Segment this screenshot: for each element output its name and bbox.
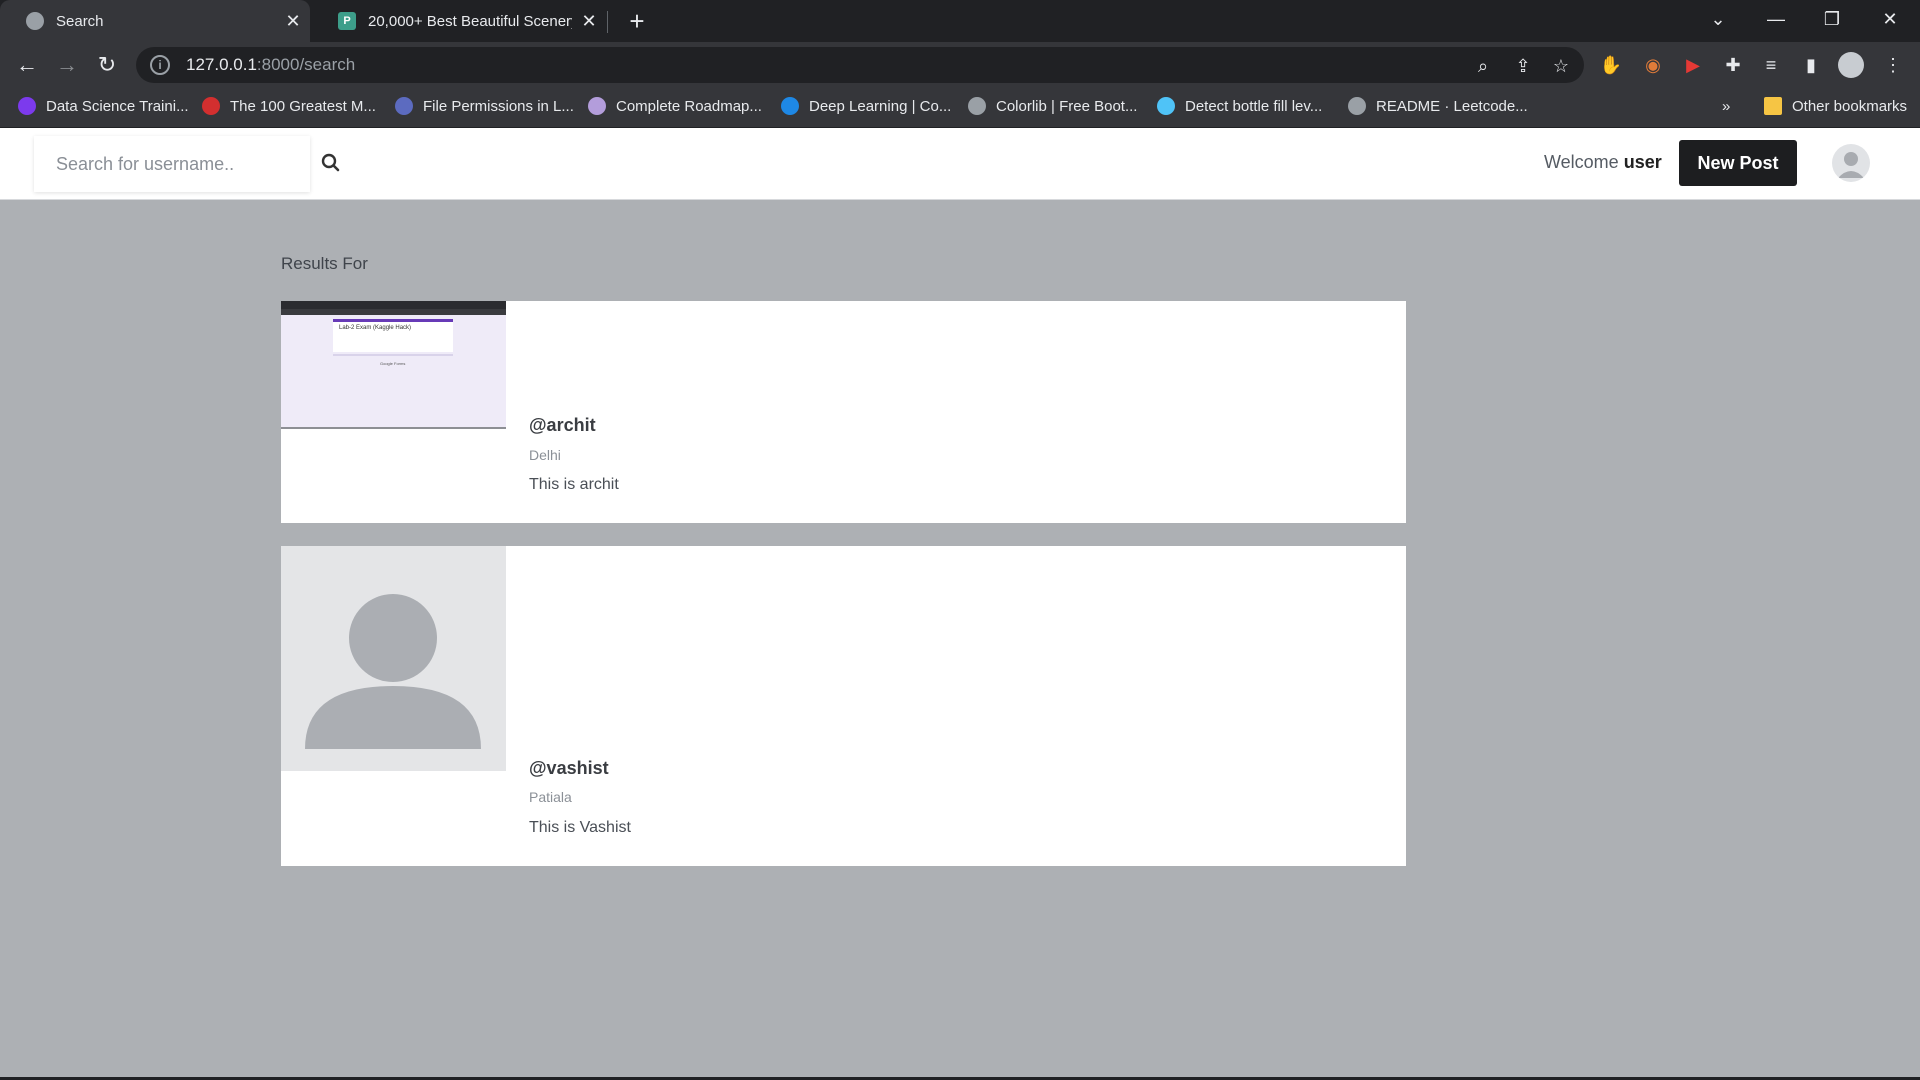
bookmark-favicon-icon bbox=[781, 97, 799, 115]
close-icon[interactable]: ✕ bbox=[572, 11, 606, 32]
bookmark-favicon-icon bbox=[395, 97, 413, 115]
site-info-icon[interactable]: i bbox=[150, 55, 170, 75]
welcome-text: Welcome user bbox=[1544, 152, 1662, 172]
bookmark-favicon-icon bbox=[202, 97, 220, 115]
forward-icon[interactable]: → bbox=[50, 48, 84, 82]
app-header: Welcome user New Post bbox=[0, 128, 1920, 200]
tab-separator bbox=[607, 11, 608, 33]
thumbnail-footer: Google Forms bbox=[380, 361, 406, 366]
bookmark-favicon-icon bbox=[18, 97, 36, 115]
bookmark-favicon-icon bbox=[588, 97, 606, 115]
bookmark-item[interactable]: Detect bottle fill lev... bbox=[1157, 88, 1322, 124]
bookmark-item[interactable]: README · Leetcode... bbox=[1348, 88, 1528, 124]
bookmark-favicon-icon bbox=[1157, 97, 1175, 115]
other-bookmarks-folder[interactable]: Other bookmarks bbox=[1764, 88, 1907, 124]
result-card[interactable]: @vashist Patiala This is Vashist bbox=[281, 546, 1406, 866]
new-post-button[interactable]: New Post bbox=[1679, 140, 1797, 186]
reading-list-icon[interactable]: ≡ bbox=[1758, 52, 1784, 78]
extension-icon[interactable]: ◉ bbox=[1640, 52, 1666, 78]
result-username[interactable]: @archit bbox=[529, 415, 596, 436]
pixabay-icon: P bbox=[338, 12, 356, 30]
bookmark-favicon-icon bbox=[1348, 97, 1366, 115]
new-tab-button[interactable]: + bbox=[620, 4, 654, 38]
extensions-puzzle-icon[interactable]: ✚ bbox=[1720, 52, 1746, 78]
user-avatar-icon[interactable] bbox=[1832, 144, 1870, 182]
result-bio: This is archit bbox=[529, 476, 619, 493]
search-icon[interactable] bbox=[318, 150, 344, 176]
address-bar[interactable]: i 127.0.0.1:8000/search ⌕ ⇪ ☆ bbox=[136, 47, 1584, 83]
globe-icon bbox=[26, 12, 44, 30]
reload-icon[interactable]: ↻ bbox=[90, 48, 124, 82]
bookmarks-overflow-button[interactable]: » bbox=[1722, 88, 1730, 124]
folder-icon bbox=[1764, 97, 1782, 115]
result-bio: This is Vashist bbox=[529, 819, 631, 836]
tab-search[interactable]: Search ✕ bbox=[0, 0, 310, 42]
window-close-icon[interactable]: ✕ bbox=[1862, 0, 1918, 42]
tab-strip: Search ✕ P 20,000+ Best Beautiful Scener… bbox=[0, 0, 1920, 42]
bookmarks-bar: Data Science Traini... The 100 Greatest … bbox=[0, 88, 1920, 128]
bookmark-item[interactable]: Deep Learning | Co... bbox=[781, 88, 951, 124]
youtube-extension-icon[interactable]: ▶ bbox=[1680, 52, 1706, 78]
thumbnail-form-title: Lab-2 Exam (Kaggle Hack) bbox=[339, 325, 412, 331]
bookmark-item[interactable]: Colorlib | Free Boot... bbox=[968, 88, 1137, 124]
share-icon[interactable]: ⇪ bbox=[1512, 55, 1534, 77]
welcome-username: user bbox=[1623, 152, 1662, 172]
post-thumbnail[interactable]: Lab-2 Exam (Kaggle Hack) Google Forms bbox=[281, 301, 506, 429]
search-input[interactable] bbox=[34, 136, 310, 192]
result-card[interactable]: Lab-2 Exam (Kaggle Hack) Google Forms @a… bbox=[281, 301, 1406, 523]
browser-menu-icon[interactable]: ⋮ bbox=[1880, 52, 1906, 78]
result-location: Patiala bbox=[529, 789, 572, 805]
zoom-icon[interactable]: ⌕ bbox=[1472, 55, 1494, 77]
adblock-extension-icon[interactable]: ✋ bbox=[1598, 52, 1624, 78]
bookmark-favicon-icon bbox=[968, 97, 986, 115]
result-location: Delhi bbox=[529, 447, 561, 463]
tab-title: Search bbox=[56, 12, 104, 30]
bookmark-item[interactable]: File Permissions in L... bbox=[395, 88, 574, 124]
restore-icon[interactable]: ❐ bbox=[1804, 0, 1860, 42]
tab-title: 20,000+ Best Beautiful Scenery P bbox=[368, 12, 572, 30]
tab-scenery[interactable]: P 20,000+ Best Beautiful Scenery P ✕ bbox=[312, 0, 606, 42]
results-heading: Results For bbox=[281, 254, 368, 273]
side-panel-icon[interactable]: ▮ bbox=[1798, 52, 1824, 78]
bookmark-item[interactable]: Data Science Traini... bbox=[18, 88, 189, 124]
minimize-icon[interactable]: — bbox=[1748, 0, 1804, 42]
url-text: 127.0.0.1:8000/search bbox=[186, 55, 356, 74]
back-icon[interactable]: ← bbox=[10, 48, 44, 82]
close-icon[interactable]: ✕ bbox=[276, 11, 310, 32]
default-avatar-icon[interactable] bbox=[281, 546, 506, 771]
profile-avatar-icon[interactable] bbox=[1838, 52, 1864, 78]
bookmark-item[interactable]: Complete Roadmap... bbox=[588, 88, 762, 124]
bookmark-item[interactable]: The 100 Greatest M... bbox=[202, 88, 376, 124]
tab-search-dropdown-icon[interactable]: ⌄ bbox=[1690, 0, 1746, 42]
browser-toolbar: ← → ↻ i 127.0.0.1:8000/search ⌕ ⇪ ☆ ✋ ◉ … bbox=[0, 42, 1920, 88]
bookmark-star-icon[interactable]: ☆ bbox=[1550, 55, 1572, 77]
result-username[interactable]: @vashist bbox=[529, 758, 609, 779]
